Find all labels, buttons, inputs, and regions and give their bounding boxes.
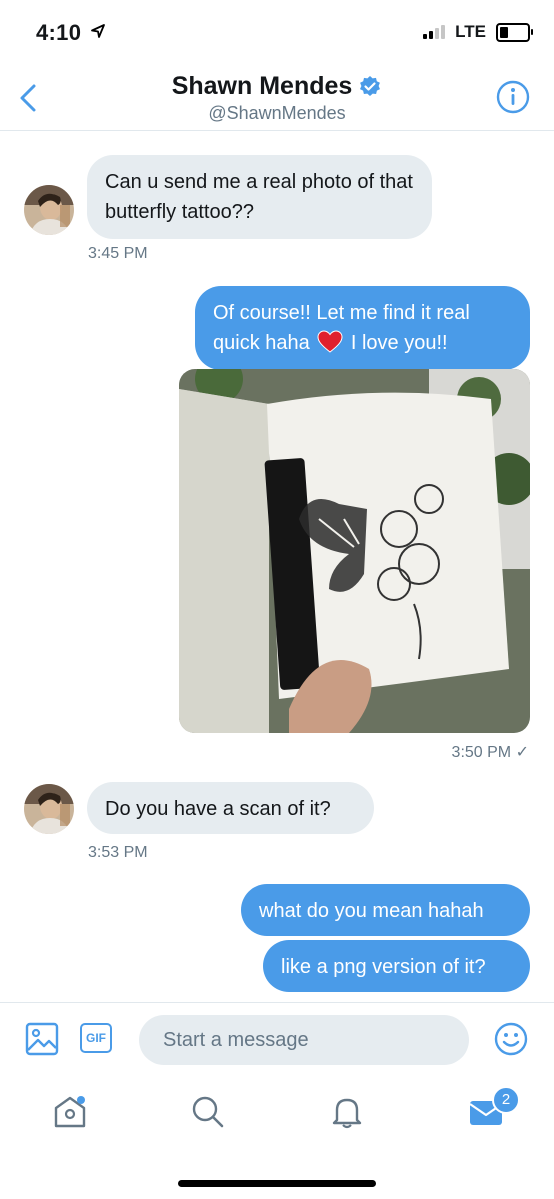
message-timestamp: 3:53 PM xyxy=(88,844,148,861)
message-timestamp: 3:50 PM ✓ xyxy=(452,742,529,762)
contact-avatar[interactable] xyxy=(24,784,74,834)
message-photo[interactable] xyxy=(179,369,530,733)
message-input[interactable] xyxy=(139,1015,469,1065)
message-bubble-outgoing[interactable]: like a png version of it? xyxy=(263,940,530,992)
search-icon[interactable] xyxy=(190,1094,226,1130)
contact-avatar[interactable] xyxy=(24,185,74,235)
battery-icon xyxy=(496,22,533,42)
gif-label: GIF xyxy=(86,1031,106,1045)
home-indicator[interactable] xyxy=(178,1180,376,1187)
location-arrow-icon xyxy=(90,24,105,38)
gif-button[interactable]: GIF xyxy=(80,1023,112,1053)
butterfly-sketch-photo xyxy=(179,369,530,733)
conversation-title[interactable]: Shawn Mendes @ShawnMendes xyxy=(0,72,554,124)
status-time-text: 4:10 xyxy=(36,20,82,45)
read-receipt-icon: ✓ xyxy=(515,744,529,761)
message-bubble-incoming[interactable]: Do you have a scan of it? xyxy=(87,782,374,834)
contact-handle: @ShawnMendes xyxy=(208,103,346,123)
photo-icon[interactable] xyxy=(25,1022,59,1056)
contact-name: Shawn Mendes xyxy=(171,72,353,100)
messages-badge: 2 xyxy=(492,1086,520,1114)
message-bubble-incoming[interactable]: Can u send me a real photo of that butte… xyxy=(87,155,432,239)
status-indicators: LTE xyxy=(423,22,533,42)
message-text: I love you!! xyxy=(350,332,448,354)
home-icon[interactable] xyxy=(52,1094,88,1130)
info-icon[interactable] xyxy=(496,80,530,114)
message-bubble-outgoing[interactable]: Of course!! Let me find it real quick ha… xyxy=(195,286,530,370)
notifications-bell-icon[interactable] xyxy=(329,1094,365,1130)
red-heart-emoji-icon xyxy=(317,330,343,353)
timestamp-text: 3:50 PM xyxy=(451,744,512,761)
avatar-image xyxy=(24,185,74,235)
message-bubble-outgoing[interactable]: what do you mean hahah xyxy=(241,884,530,936)
status-time: 4:10 xyxy=(36,20,106,46)
emoji-icon[interactable] xyxy=(494,1022,528,1056)
network-type: LTE xyxy=(455,22,486,41)
verified-badge-icon xyxy=(360,75,381,96)
message-timestamp: 3:45 PM xyxy=(88,245,148,262)
avatar-image xyxy=(24,784,74,834)
signal-icon xyxy=(423,25,446,39)
